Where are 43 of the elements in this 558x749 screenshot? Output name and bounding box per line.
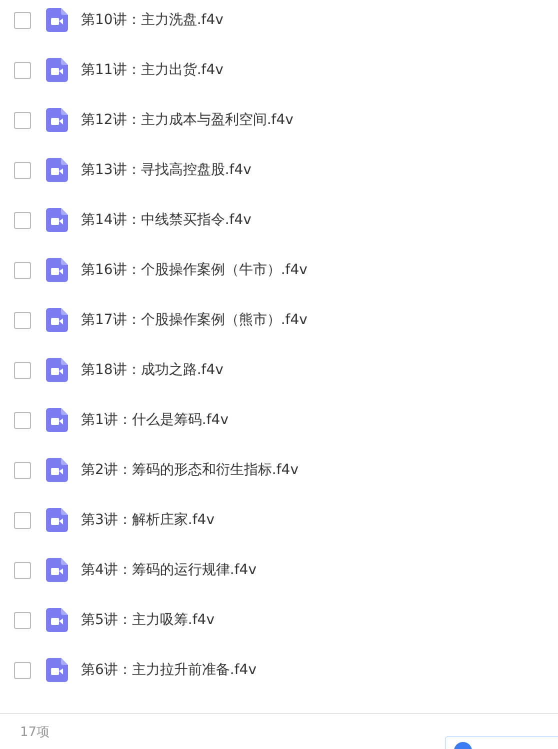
checkbox[interactable] [14,212,31,228]
checkbox[interactable] [14,662,31,678]
file-name[interactable]: 第3讲：解析庄家.f4v [81,511,214,529]
checkbox[interactable] [14,412,31,428]
video-file-icon [46,8,68,32]
file-name[interactable]: 第14讲：中线禁买指令.f4v [81,211,252,229]
file-name[interactable]: 第5讲：主力吸筹.f4v [81,611,214,629]
checkbox[interactable] [14,512,31,528]
checkbox[interactable] [14,62,31,78]
video-file-icon [46,458,68,482]
file-name[interactable]: 第10讲：主力洗盘.f4v [81,11,224,29]
file-name[interactable]: 第13讲：寻找高控盘股.f4v [81,161,252,179]
file-name[interactable]: 第16讲：个股操作案例（牛市）.f4v [81,261,308,279]
video-file-icon [46,658,68,682]
video-file-icon [46,108,68,132]
file-name[interactable]: 第17讲：个股操作案例（熊市）.f4v [81,311,308,329]
video-file-icon [46,358,68,382]
item-count: 17项 [20,724,50,740]
video-file-icon [46,258,68,282]
file-name[interactable]: 第11讲：主力出货.f4v [81,61,224,79]
video-file-icon [46,308,68,332]
checkbox[interactable] [14,312,31,328]
checkbox[interactable] [14,462,31,478]
video-file-icon [46,408,68,432]
checkbox[interactable] [14,112,31,128]
file-name[interactable]: 第1讲：什么是筹码.f4v [81,411,228,429]
checkbox[interactable] [14,162,31,178]
video-file-icon [46,558,68,582]
file-name[interactable]: 第18讲：成功之路.f4v [81,361,224,379]
file-name[interactable]: 第6讲：主力拉升前准备.f4v [81,661,256,679]
checkbox[interactable] [14,612,31,628]
video-file-icon [46,208,68,232]
video-file-icon [46,58,68,82]
checkbox[interactable] [14,12,31,28]
file-name[interactable]: 第4讲：筹码的运行规律.f4v [81,561,256,579]
file-name[interactable]: 第2讲：筹码的形态和衍生指标.f4v [81,461,298,479]
checkbox[interactable] [14,362,31,378]
video-file-icon [46,608,68,632]
video-file-icon [46,158,68,182]
file-name[interactable]: 第12讲：主力成本与盈利空间.f4v [81,111,294,129]
checkbox[interactable] [14,262,31,278]
video-file-icon [46,508,68,532]
checkbox[interactable] [14,562,31,578]
